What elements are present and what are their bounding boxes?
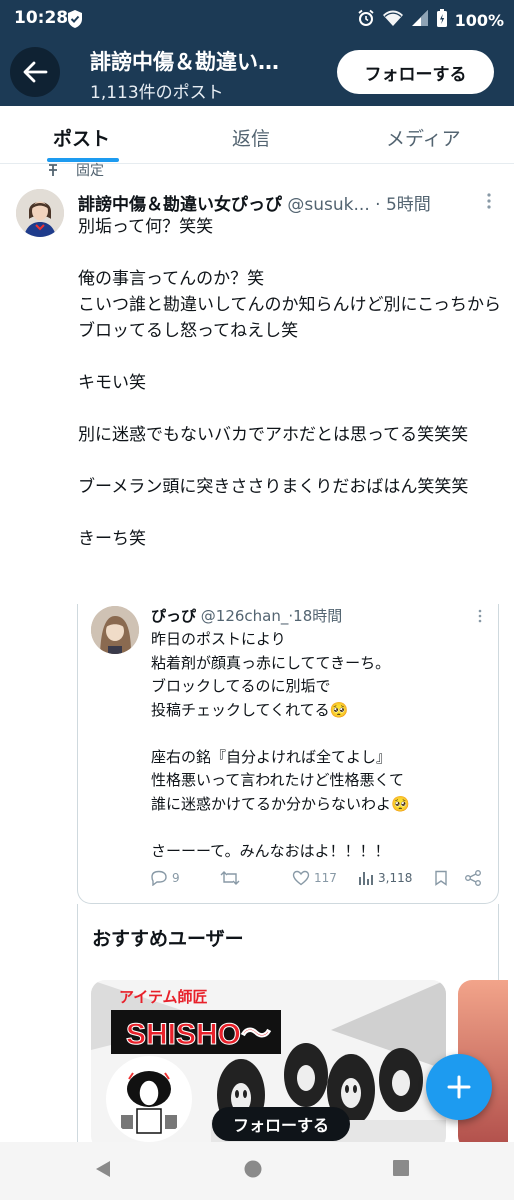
quote-author-name[interactable]: ぴっぴ xyxy=(151,607,196,625)
bookmark-icon xyxy=(435,870,447,886)
tweet-time[interactable]: 5時間 xyxy=(386,195,431,215)
quoted-tweet[interactable]: ぴっぴ @126chan_·18時間 昨日のポストにより 粘着剤が顔真っ赤にして… xyxy=(77,604,499,904)
recommended-title: おすすめユーザー xyxy=(92,928,244,950)
circle-home-icon xyxy=(244,1160,262,1178)
shield-icon xyxy=(66,9,84,33)
nav-back-button[interactable] xyxy=(94,1159,112,1183)
like-button[interactable]: 117 xyxy=(292,870,337,886)
battery-percent: 100% xyxy=(454,10,504,30)
reply-button[interactable]: 9 xyxy=(150,870,180,886)
quote-text: 昨日のポストにより 粘着剤が顔真っ赤にしててきーち。 ブロックしてるのに別垢で … xyxy=(151,630,410,860)
recommended-follow-button[interactable]: フォローする xyxy=(212,1107,350,1141)
quote-avatar[interactable] xyxy=(91,606,139,654)
post-count: 1,113件のポスト xyxy=(90,83,224,103)
square-recents-icon xyxy=(393,1160,409,1176)
like-count: 117 xyxy=(314,871,337,885)
quote-author-handle[interactable]: @126chan_ xyxy=(201,607,289,625)
views-icon xyxy=(359,872,373,885)
tweet-text: 別垢って何？笑笑 俺の事言ってんのか？笑 こいつ誰と勘違いしてんのか知らんけど別… xyxy=(78,217,501,549)
tweet-author-line: 誹謗中傷＆勘違い女ぴっぴ @susuk... · 5時間 xyxy=(78,190,498,215)
status-time: 10:28 xyxy=(14,8,69,28)
more-options-icon[interactable] xyxy=(484,191,494,215)
bookmark-button[interactable] xyxy=(434,870,448,886)
views-button[interactable]: 3,118 xyxy=(358,870,412,886)
separator: · xyxy=(375,195,381,215)
nav-home-button[interactable] xyxy=(243,1159,263,1183)
system-navigation-bar xyxy=(0,1142,514,1200)
banner-text: SHISHO〜 xyxy=(126,1018,271,1051)
alarm-icon xyxy=(357,9,375,31)
nav-recents-button[interactable] xyxy=(392,1159,410,1181)
share-icon xyxy=(465,870,481,886)
views-count: 3,118 xyxy=(378,871,413,885)
pinned-label: 固定 xyxy=(76,163,104,179)
back-button[interactable] xyxy=(10,47,60,97)
battery-icon xyxy=(436,8,448,32)
reply-icon xyxy=(151,870,167,886)
signal-icon xyxy=(411,9,429,31)
quote-action-bar: 9 117 3,118 xyxy=(148,870,488,894)
avatar[interactable] xyxy=(16,189,64,237)
pinned-indicator: 固定 xyxy=(46,160,104,180)
quote-more-icon[interactable] xyxy=(476,608,484,628)
quote-author-line: ぴっぴ @126chan_·18時間 xyxy=(151,605,342,626)
tab-posts[interactable]: ポスト xyxy=(53,124,110,151)
profile-tabs: ポスト 返信 メディア xyxy=(0,106,514,164)
heart-icon xyxy=(292,870,310,886)
banner-kana: アイテム師匠 xyxy=(119,988,208,1006)
follow-button[interactable]: フォローする xyxy=(337,50,494,94)
arrow-left-icon xyxy=(23,61,48,83)
pin-icon xyxy=(49,164,57,176)
repost-button[interactable] xyxy=(220,870,240,886)
share-button[interactable] xyxy=(464,870,482,886)
quote-time[interactable]: 18時間 xyxy=(293,607,342,625)
tab-replies[interactable]: 返信 xyxy=(232,124,270,151)
recommended-user-avatar[interactable] xyxy=(106,1056,192,1142)
profile-header: 誹謗中傷＆勘違い… 1,113件のポスト フォローする xyxy=(0,38,514,106)
status-bar: 10:28 100% xyxy=(0,0,514,38)
triangle-back-icon xyxy=(96,1161,110,1177)
repost-icon xyxy=(220,871,240,885)
wifi-icon xyxy=(382,9,404,31)
plus-icon xyxy=(447,1075,471,1099)
compose-button[interactable] xyxy=(426,1054,492,1120)
reply-count: 9 xyxy=(172,871,180,885)
author-name[interactable]: 誹謗中傷＆勘違い女ぴっぴ xyxy=(78,195,282,215)
author-handle[interactable]: @susuk... xyxy=(287,195,369,215)
profile-title: 誹謗中傷＆勘違い… xyxy=(90,50,279,74)
tab-media[interactable]: メディア xyxy=(386,124,461,151)
